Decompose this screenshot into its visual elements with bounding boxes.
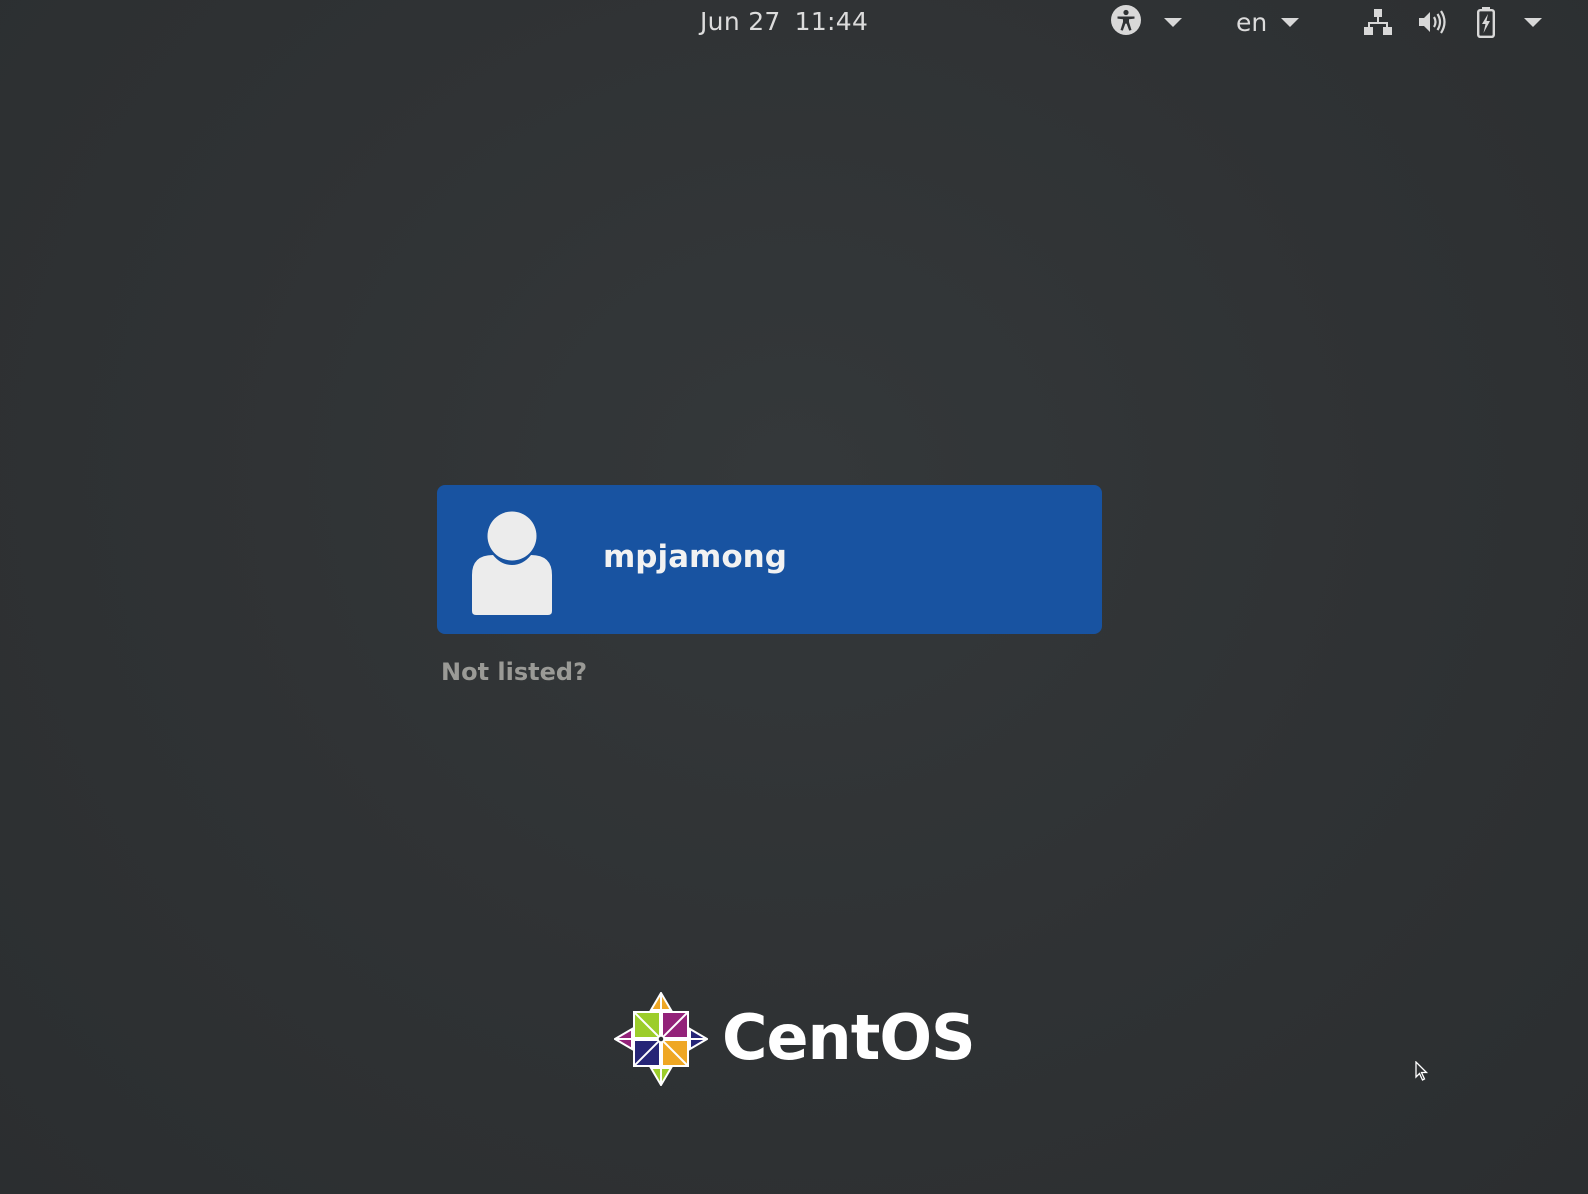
clock-time: 11:44 [794,7,869,36]
centos-logo-mark-icon [614,992,708,1086]
clock-menu[interactable]: Jun 27 11:44 [700,4,868,40]
user-list-item[interactable]: mpjamong [437,485,1102,634]
accessibility-menu[interactable] [1110,4,1182,40]
network-wired-icon [1362,6,1394,38]
not-listed-link[interactable]: Not listed? [441,658,587,686]
centos-wordmark: CentOS [722,1001,976,1074]
user-name: mpjamong [603,539,787,575]
chevron-down-icon [1524,17,1542,27]
top-bar: Jun 27 11:44 en [0,0,1588,44]
chevron-down-icon [1164,17,1182,27]
volume-icon [1416,6,1448,38]
user-avatar-icon [471,511,553,615]
mouse-pointer-icon [1415,1060,1429,1085]
chevron-down-icon [1281,17,1300,27]
keyboard-layout-menu[interactable]: en [1236,4,1300,40]
language-label: en [1236,7,1268,37]
centos-logo: CentOS [614,992,976,1086]
system-status-menu[interactable] [1362,4,1542,40]
accessibility-icon [1110,4,1142,40]
battery-charging-icon [1470,6,1502,38]
login-screen: Jun 27 11:44 en mpjamong Not listed? Cen… [0,0,1588,1194]
clock-date: Jun 27 [700,7,781,36]
